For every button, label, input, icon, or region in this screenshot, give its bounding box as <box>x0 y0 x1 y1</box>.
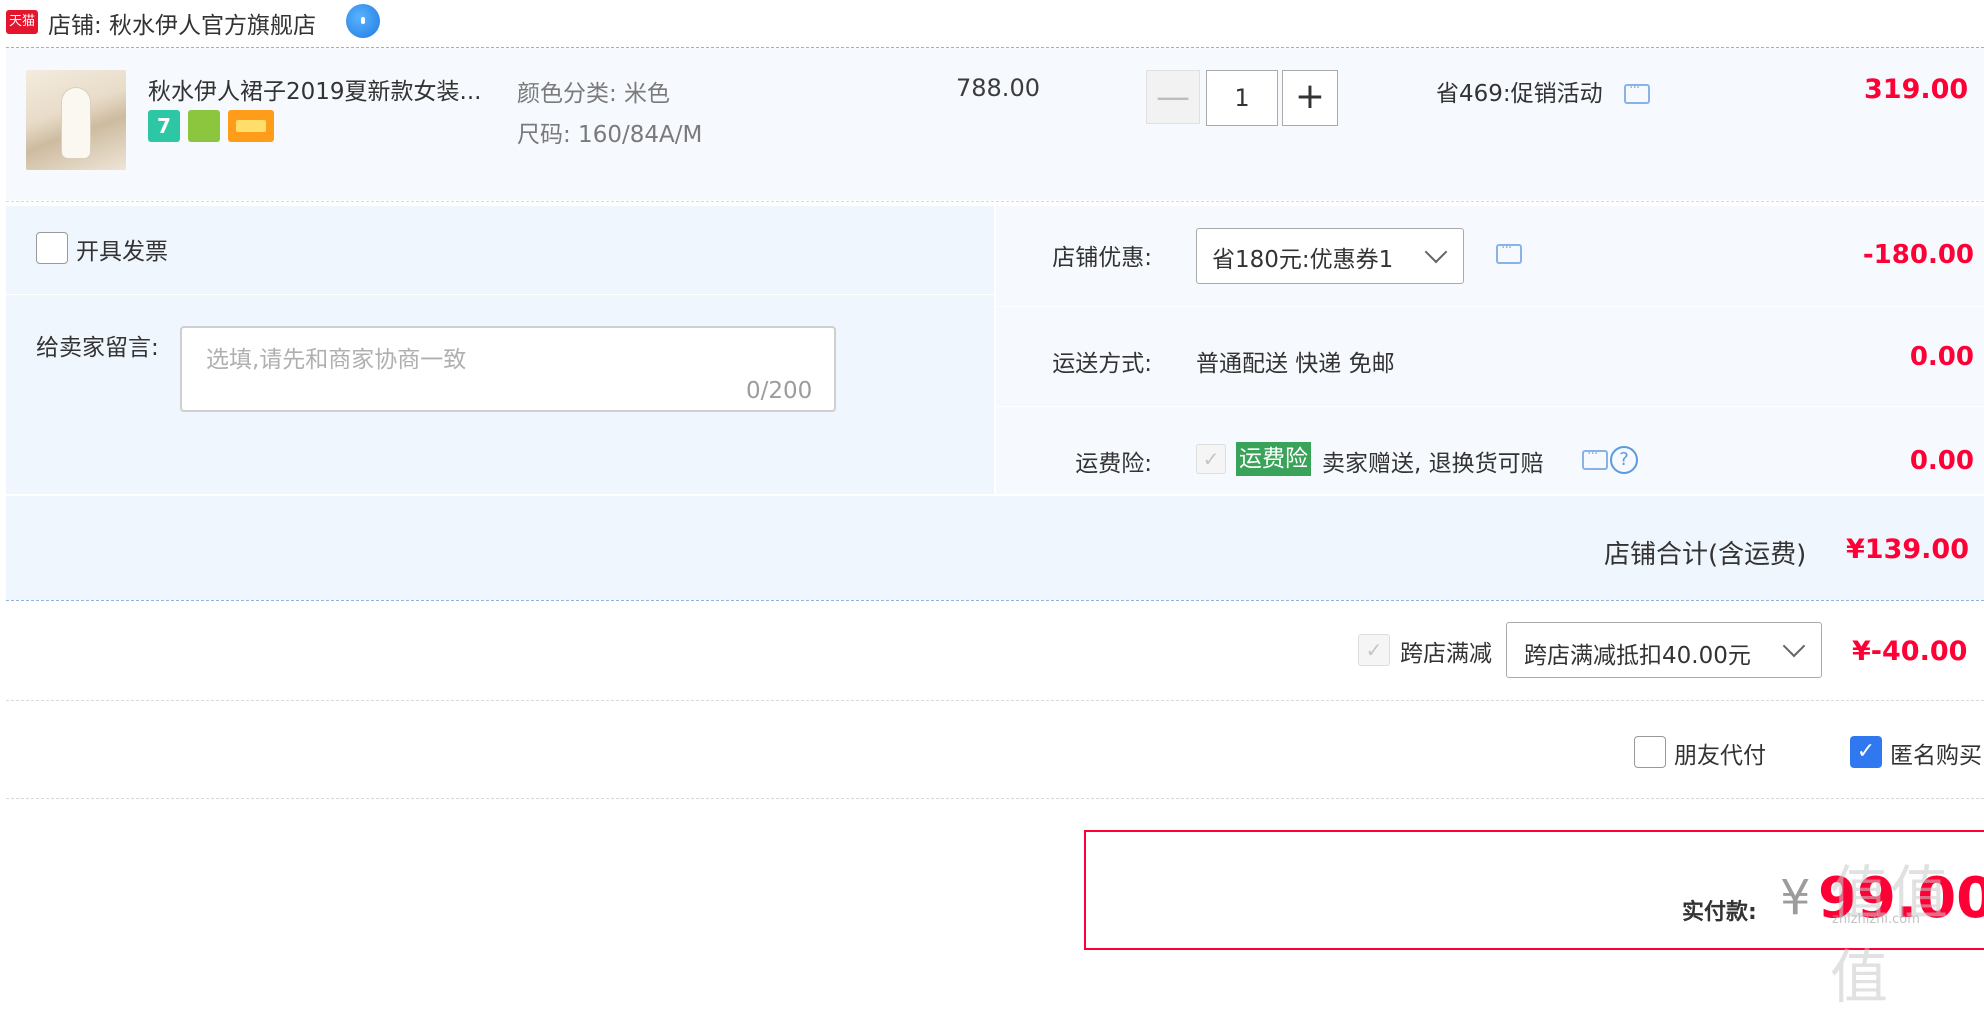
invoice-checkbox[interactable] <box>36 232 68 264</box>
wangwang-chat-icon[interactable] <box>346 4 380 38</box>
shipping-method: 普通配送 快递 免邮 <box>1196 351 1395 377</box>
message-label: 给卖家留言: <box>36 335 159 361</box>
store-name[interactable]: 店铺: 秋水伊人官方旗舰店 <box>48 6 316 40</box>
promotion-comment-icon[interactable] <box>1624 80 1650 104</box>
insurance-tag: 运费险 <box>1236 442 1311 476</box>
cross-store-checkbox: ✓ <box>1358 634 1390 666</box>
product-title[interactable]: 秋水伊人裙子2019夏新款女装... <box>148 72 498 106</box>
quantity-input[interactable]: 1 <box>1206 70 1278 126</box>
store-total-label: 店铺合计(含运费) <box>1604 540 1807 570</box>
store-total-amount: ¥139.00 <box>1846 534 1969 565</box>
sku-size: 尺码: 160/84A/M <box>517 122 703 148</box>
insurance-checkbox: ✓ <box>1196 444 1226 474</box>
credit-card-service-icon <box>228 110 274 142</box>
anonymous-checkbox[interactable]: ✓ <box>1850 736 1882 768</box>
watermark-logo: 值值值 <box>1830 859 1951 1011</box>
message-placeholder: 选填,请先和商家协商一致 <box>206 347 467 373</box>
friend-pay-label: 朋友代付 <box>1674 743 1766 769</box>
insurance-amount: 0.00 <box>1909 446 1974 476</box>
insurance-comment-icon[interactable] <box>1582 446 1608 470</box>
store-coupon-amount: -180.00 <box>1862 240 1974 270</box>
insurance-description: 卖家赠送, 退换货可赔 <box>1322 451 1544 477</box>
payment-currency: ¥ <box>1780 870 1811 926</box>
store-total-divider <box>6 600 1984 601</box>
seven-day-return-icon: 7 <box>148 110 180 142</box>
cross-store-selected[interactable]: 跨店满减抵扣40.00元 <box>1524 636 1751 670</box>
original-price: 788.00 <box>956 74 1040 102</box>
payment-label: 实付款: <box>1682 900 1757 925</box>
shipping-amount: 0.00 <box>1909 342 1974 372</box>
cross-store-amount: ¥-40.00 <box>1852 636 1968 667</box>
cross-store-divider <box>6 700 1984 701</box>
friend-pay-checkbox[interactable] <box>1634 736 1666 768</box>
item-price: 319.00 <box>1864 74 1969 105</box>
discount-divider-2 <box>996 406 1984 407</box>
tmall-badge: 天猫 <box>6 10 38 34</box>
promotion-label: 省469:促销活动 <box>1436 81 1603 107</box>
product-thumbnail[interactable] <box>26 70 126 170</box>
shopping-bag-service-icon <box>188 110 220 142</box>
shipping-label: 运送方式: <box>1052 351 1152 377</box>
invoice-label: 开具发票 <box>76 239 168 265</box>
message-char-count: 0/200 <box>746 378 813 404</box>
store-coupon-selected[interactable]: 省180元:优惠券1 <box>1212 240 1393 274</box>
options-divider <box>6 294 994 295</box>
anonymous-label: 匿名购买 <box>1890 743 1982 769</box>
quantity-minus-button[interactable]: — <box>1146 70 1200 124</box>
insurance-label: 运费险: <box>1075 451 1152 477</box>
discount-divider-1 <box>996 306 1984 307</box>
item-row <box>6 48 1984 200</box>
item-divider <box>6 201 1984 202</box>
quantity-plus-button[interactable]: + <box>1282 70 1338 126</box>
store-coupon-label: 店铺优惠: <box>1052 245 1152 271</box>
coupon-comment-icon[interactable] <box>1496 240 1522 264</box>
sku-color: 颜色分类: 米色 <box>517 81 671 107</box>
extras-divider <box>6 798 1984 799</box>
cross-store-label: 跨店满减 <box>1400 641 1492 667</box>
help-icon[interactable]: ? <box>1610 446 1638 474</box>
watermark-url: zhizhizhi.com <box>1832 912 1920 927</box>
